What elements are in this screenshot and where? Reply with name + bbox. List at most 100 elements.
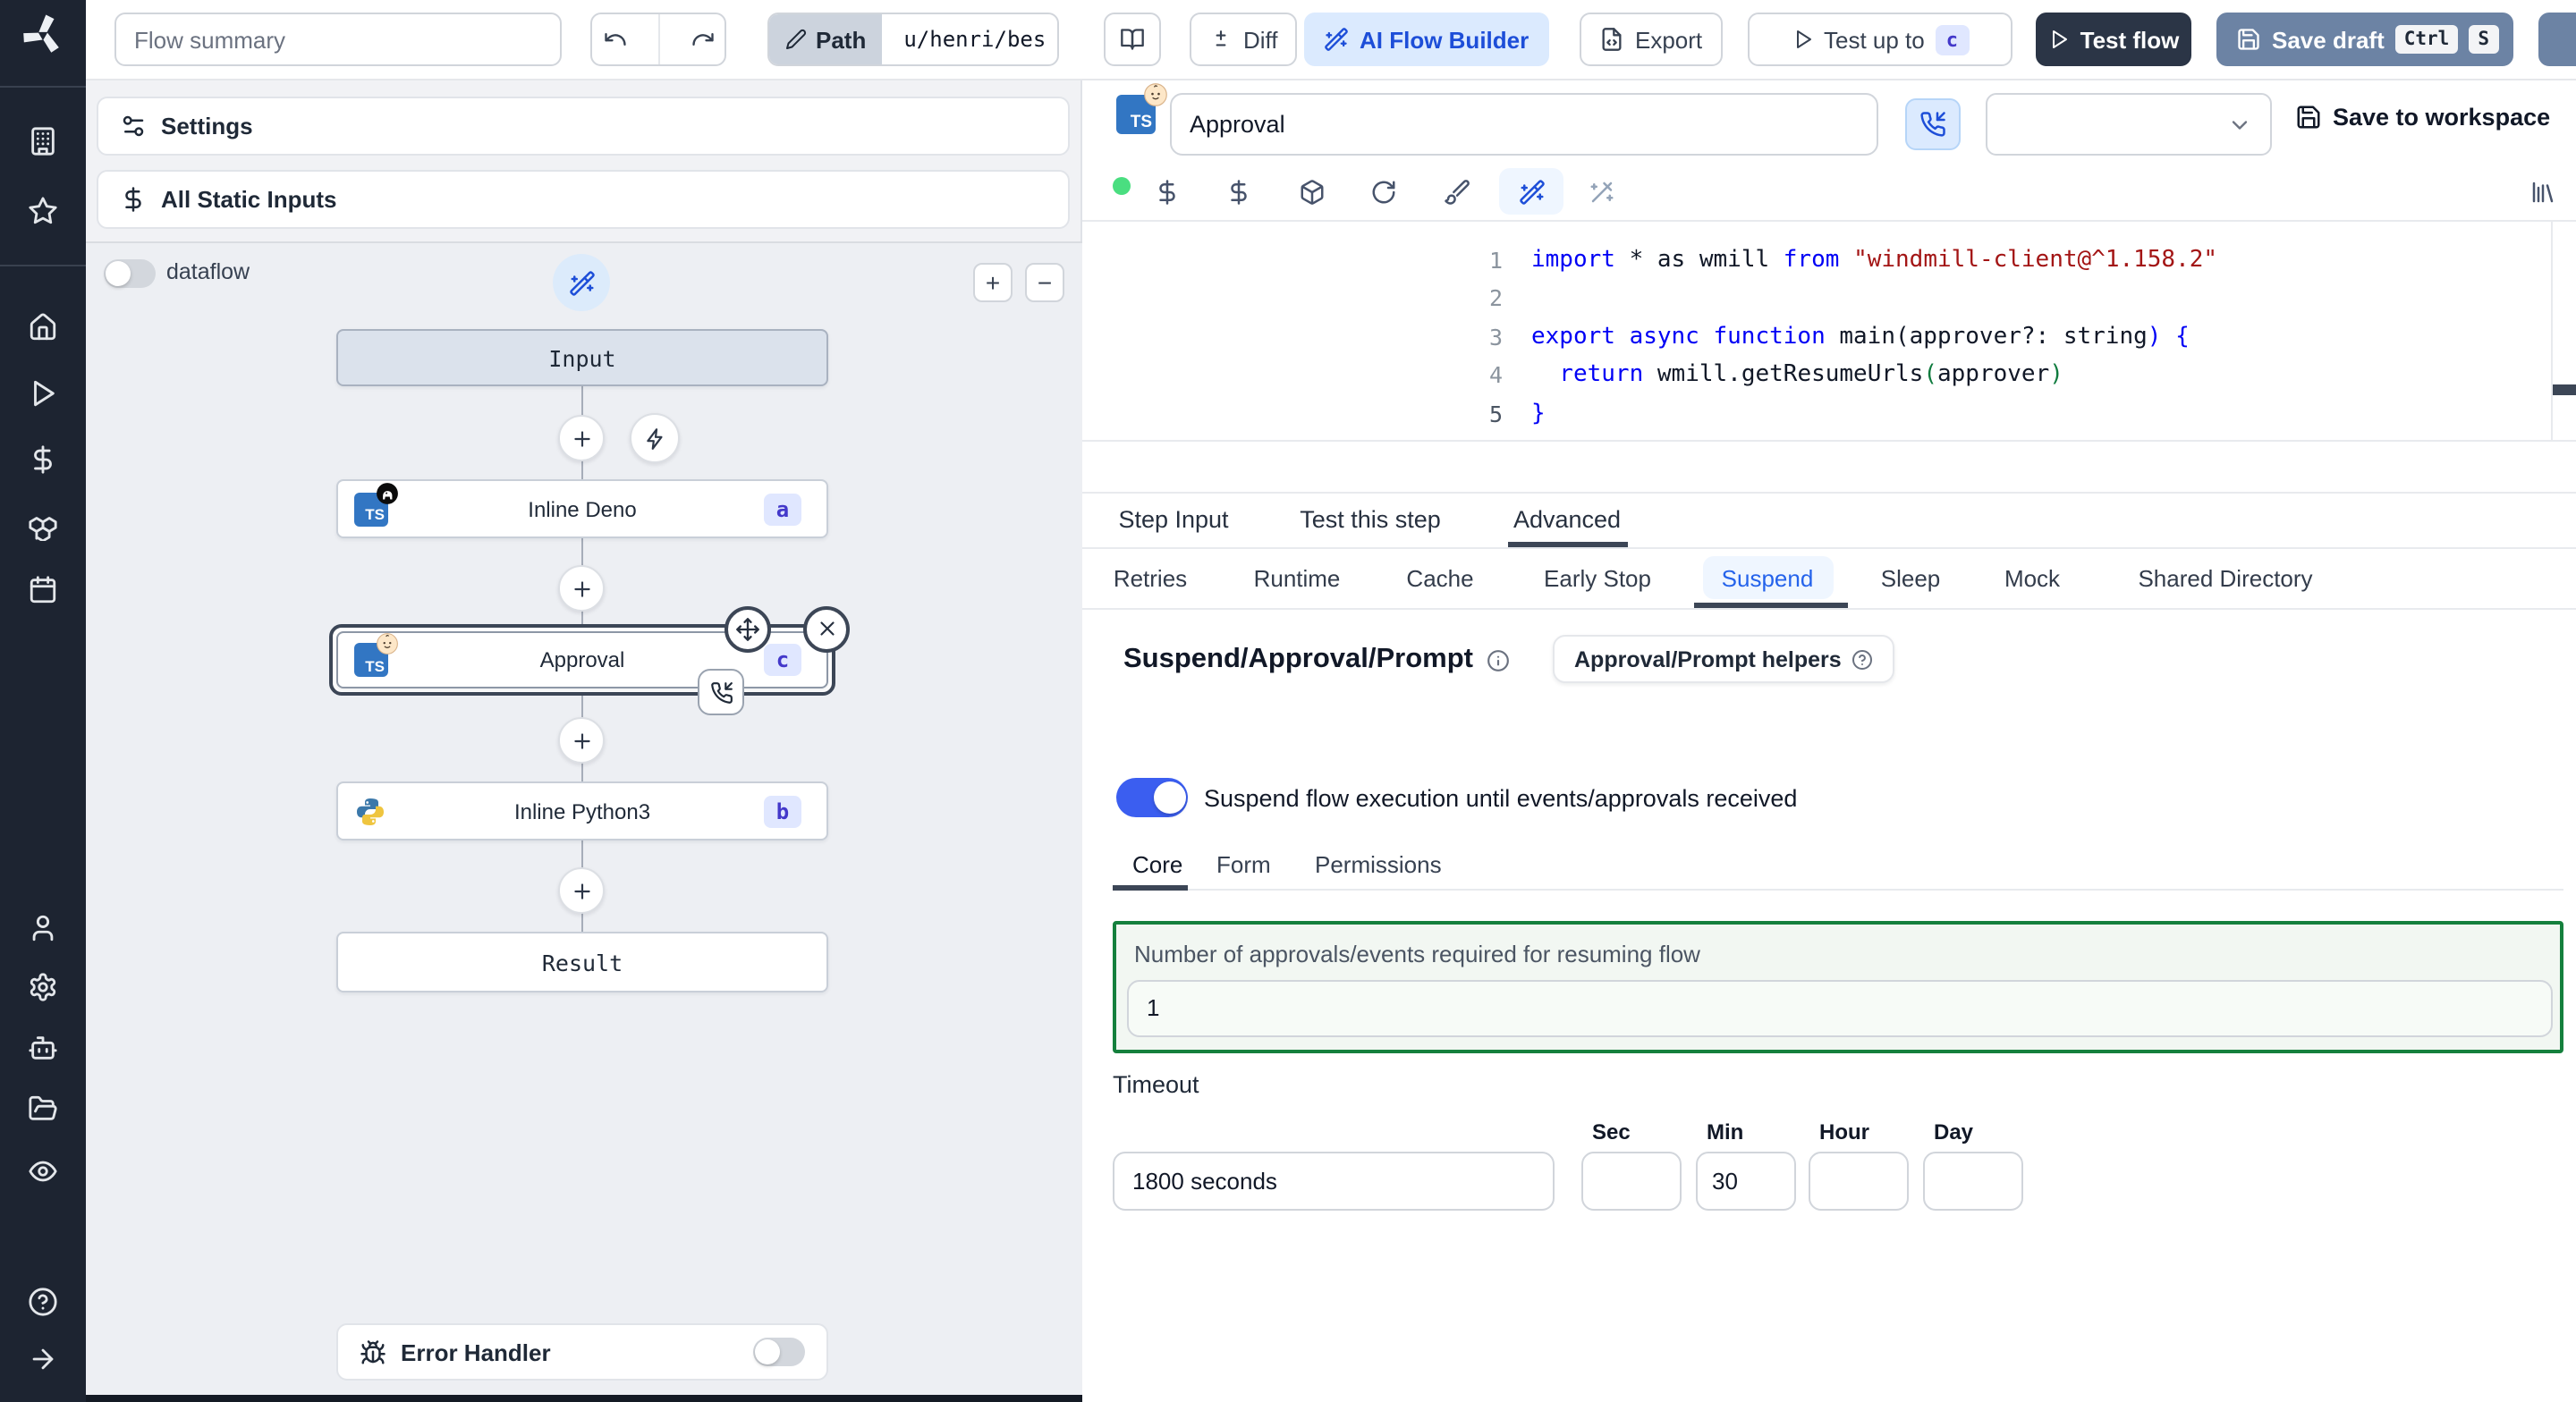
move-icon <box>735 616 760 641</box>
add-step-button[interactable] <box>558 867 605 914</box>
tab-cache[interactable]: Cache <box>1406 565 1473 592</box>
windmill-logo-icon[interactable] <box>21 13 65 66</box>
flow-node-inline-python[interactable]: Inline Python3 b <box>336 781 828 840</box>
suspend-flow-toggle[interactable] <box>1116 778 1188 817</box>
move-step-button[interactable] <box>724 605 771 652</box>
timeout-value-input[interactable] <box>1113 1152 1555 1211</box>
runs-play-icon[interactable] <box>28 378 58 409</box>
undo-icon[interactable] <box>602 27 627 52</box>
tab-suspend-active[interactable]: Suspend <box>1722 565 1814 592</box>
zoom-out-button[interactable]: − <box>1025 263 1064 302</box>
help-icon[interactable] <box>28 1287 58 1317</box>
graph-scrollbar[interactable] <box>86 1395 1082 1402</box>
variables-dollar-icon[interactable] <box>1154 179 1181 206</box>
add-step-button[interactable] <box>558 415 605 461</box>
unit-label-day: Day <box>1934 1119 1974 1144</box>
subtab-core-active[interactable]: Core <box>1132 851 1182 878</box>
settings-gear-icon[interactable] <box>28 972 58 1002</box>
add-step-button[interactable] <box>558 717 605 764</box>
reload-icon[interactable] <box>1370 179 1397 206</box>
library-icon[interactable] <box>2529 179 2556 206</box>
path-button[interactable]: Path u/henri/bes <box>767 13 1059 66</box>
suspend-toggle-label: Suspend flow execution until events/appr… <box>1204 785 1798 812</box>
timeout-min-input[interactable] <box>1696 1152 1796 1211</box>
tab-test-this-step[interactable]: Test this step <box>1300 506 1441 533</box>
flow-node-input[interactable]: Input <box>336 329 828 386</box>
deploy-button-partial[interactable] <box>2538 13 2576 66</box>
save-to-workspace-button[interactable]: Save to workspace <box>2295 104 2550 131</box>
suspend-indicator-button[interactable] <box>698 669 744 715</box>
code-scrollbar-thumb[interactable] <box>2553 384 2576 395</box>
line-number: 3 <box>1488 323 1503 350</box>
flow-node-inline-deno[interactable]: TS Inline Deno a <box>336 479 828 538</box>
top-toolbar: Path u/henri/bes Diff AI Flow Builder Ex… <box>86 0 2576 80</box>
sliders-icon <box>120 113 147 139</box>
tab-step-input[interactable]: Step Input <box>1118 506 1228 533</box>
tab-shared-directory[interactable]: Shared Directory <box>2138 565 2312 592</box>
flow-settings-row[interactable]: Settings <box>97 97 1070 156</box>
tab-mock[interactable]: Mock <box>2004 565 2060 592</box>
timeout-day-input[interactable] <box>1923 1152 2023 1211</box>
ai-wand-button-active[interactable] <box>1499 168 1563 215</box>
dataflow-toggle[interactable] <box>104 259 156 288</box>
resources-boxes-icon[interactable] <box>28 511 58 541</box>
flow-node-result[interactable]: Result <box>336 932 828 992</box>
info-icon[interactable] <box>1486 648 1509 671</box>
timeout-hour-input[interactable] <box>1809 1152 1909 1211</box>
zoom-in-button[interactable]: + <box>973 263 1013 302</box>
resources-dollar-icon[interactable] <box>1225 179 1252 206</box>
home-icon[interactable] <box>28 312 58 342</box>
package-icon[interactable] <box>1299 179 1326 206</box>
error-handler-label: Error Handler <box>401 1339 551 1365</box>
subtab-permissions[interactable]: Permissions <box>1315 851 1442 878</box>
step-name-input[interactable] <box>1170 93 1878 156</box>
error-handler-toggle[interactable] <box>753 1338 805 1366</box>
diff-button[interactable]: Diff <box>1190 13 1298 66</box>
baby-emoji-icon <box>1143 82 1168 107</box>
tab-runtime[interactable]: Runtime <box>1254 565 1341 592</box>
flow-summary-input[interactable] <box>114 13 562 66</box>
flow-graph-panel: Settings All Static Inputs dataflow + − … <box>86 80 1082 1402</box>
variables-dollar-icon[interactable] <box>28 444 58 475</box>
delete-step-button[interactable] <box>803 605 850 652</box>
dataflow-label: dataflow <box>166 259 250 284</box>
diff-plus-minus-icon <box>1209 28 1233 51</box>
approval-prompt-helpers-button[interactable]: Approval/Prompt helpers <box>1553 635 1895 683</box>
folders-icon[interactable] <box>28 1094 58 1124</box>
timeout-sec-input[interactable] <box>1581 1152 1682 1211</box>
add-trigger-button[interactable] <box>630 413 680 463</box>
ai-flow-builder-button[interactable]: AI Flow Builder <box>1304 13 1549 66</box>
error-handler-row[interactable]: Error Handler <box>336 1323 828 1381</box>
tab-early-stop[interactable]: Early Stop <box>1544 565 1651 592</box>
save-draft-button[interactable]: Save draft Ctrl S <box>2216 13 2513 66</box>
workspace-building-icon[interactable] <box>28 126 58 156</box>
export-button[interactable]: Export <box>1580 13 1723 66</box>
collapse-arrow-icon[interactable] <box>28 1344 58 1374</box>
format-brush-icon[interactable] <box>1444 179 1470 206</box>
ai-sparkles-icon[interactable] <box>1589 179 1615 206</box>
ai-graph-wand-button[interactable] <box>553 254 610 311</box>
unit-label-min: Min <box>1707 1119 1744 1144</box>
all-static-inputs-row[interactable]: All Static Inputs <box>97 170 1070 229</box>
script-version-dropdown[interactable] <box>1986 93 2272 156</box>
code-line-5: } <box>1531 400 1546 427</box>
tab-sleep[interactable]: Sleep <box>1881 565 1941 592</box>
suspend-phone-button[interactable] <box>1905 98 1961 150</box>
path-value[interactable]: u/henri/bes <box>893 27 1056 52</box>
tab-advanced-active[interactable]: Advanced <box>1513 506 1621 533</box>
approvals-count-input[interactable] <box>1127 979 2553 1036</box>
schedules-calendar-icon[interactable] <box>28 575 58 605</box>
approvals-label: Number of approvals/events required for … <box>1134 941 1700 967</box>
favorites-star-icon[interactable] <box>28 196 58 226</box>
users-icon[interactable] <box>28 913 58 943</box>
test-flow-button[interactable]: Test flow <box>2036 13 2191 66</box>
workers-bot-icon[interactable] <box>28 1033 58 1063</box>
add-step-button[interactable] <box>558 565 605 612</box>
redo-icon[interactable] <box>690 27 715 52</box>
subtab-form[interactable]: Form <box>1216 851 1271 878</box>
phone-incoming-icon <box>1919 111 1946 138</box>
docs-button[interactable] <box>1104 13 1161 66</box>
test-up-to-button[interactable]: Test up to c <box>1748 13 2012 66</box>
tab-retries[interactable]: Retries <box>1114 565 1187 592</box>
audit-eye-icon[interactable] <box>28 1156 58 1187</box>
